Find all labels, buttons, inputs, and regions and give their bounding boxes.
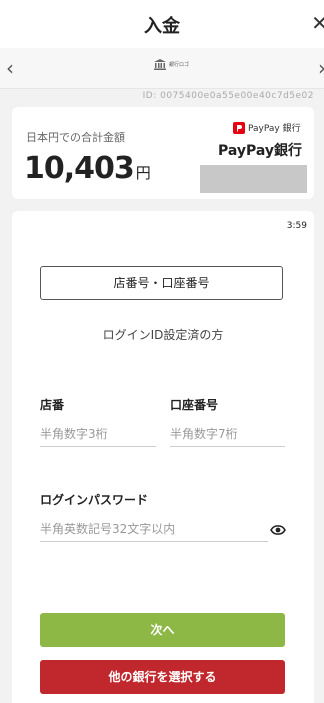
session-timer: 3:59 (286, 221, 307, 231)
login-form-card: 3:59 店番号・口座番号 ログインID設定済の方 店番 口座番号 ログインパス… (12, 211, 314, 703)
branch-label: 店番 (40, 398, 65, 412)
top-bar: 入金 ✕ (0, 0, 324, 48)
browser-nav-bar: ‹ 銀行ロゴ › (0, 48, 324, 89)
account-label: 口座番号 (170, 398, 219, 412)
bank-logo: 銀行ロゴ (154, 59, 189, 70)
branch-account-tab[interactable]: 店番号・口座番号 (40, 266, 283, 300)
eye-icon[interactable] (270, 521, 286, 540)
next-button[interactable]: 次へ (40, 613, 285, 647)
balance-label: 日本円での合計金額 (26, 131, 125, 144)
redacted-block (200, 165, 307, 193)
balance-amount: 10,403 円 (24, 151, 151, 186)
close-icon[interactable]: ✕ (311, 11, 324, 35)
chevron-right-icon[interactable]: › (318, 56, 324, 80)
paypay-logo: PayPay 銀行 (233, 121, 301, 134)
currency-unit: 円 (135, 164, 151, 182)
branch-input[interactable] (40, 421, 156, 447)
bank-logo-text: 銀行ロゴ (169, 61, 190, 68)
bank-name: PayPay銀行 (218, 143, 303, 159)
paypay-icon (233, 121, 245, 134)
password-input[interactable] (40, 516, 268, 542)
login-id-link[interactable]: ログインID設定済の方 (12, 326, 314, 343)
other-bank-button[interactable]: 他の銀行を選択する (40, 660, 285, 694)
balance-card: 日本円での合計金額 10,403 円 PayPay 銀行 PayPay銀行 (12, 107, 314, 199)
session-id: ID: 0075400e0a55e00e40c7d5e02 (142, 91, 314, 101)
paypay-logo-text: PayPay 銀行 (248, 124, 301, 134)
chevron-left-icon[interactable]: ‹ (6, 56, 14, 80)
password-label: ログインパスワード (40, 493, 149, 507)
bank-building-icon (154, 59, 166, 70)
page-title: 入金 (144, 16, 180, 37)
account-input[interactable] (170, 421, 285, 447)
